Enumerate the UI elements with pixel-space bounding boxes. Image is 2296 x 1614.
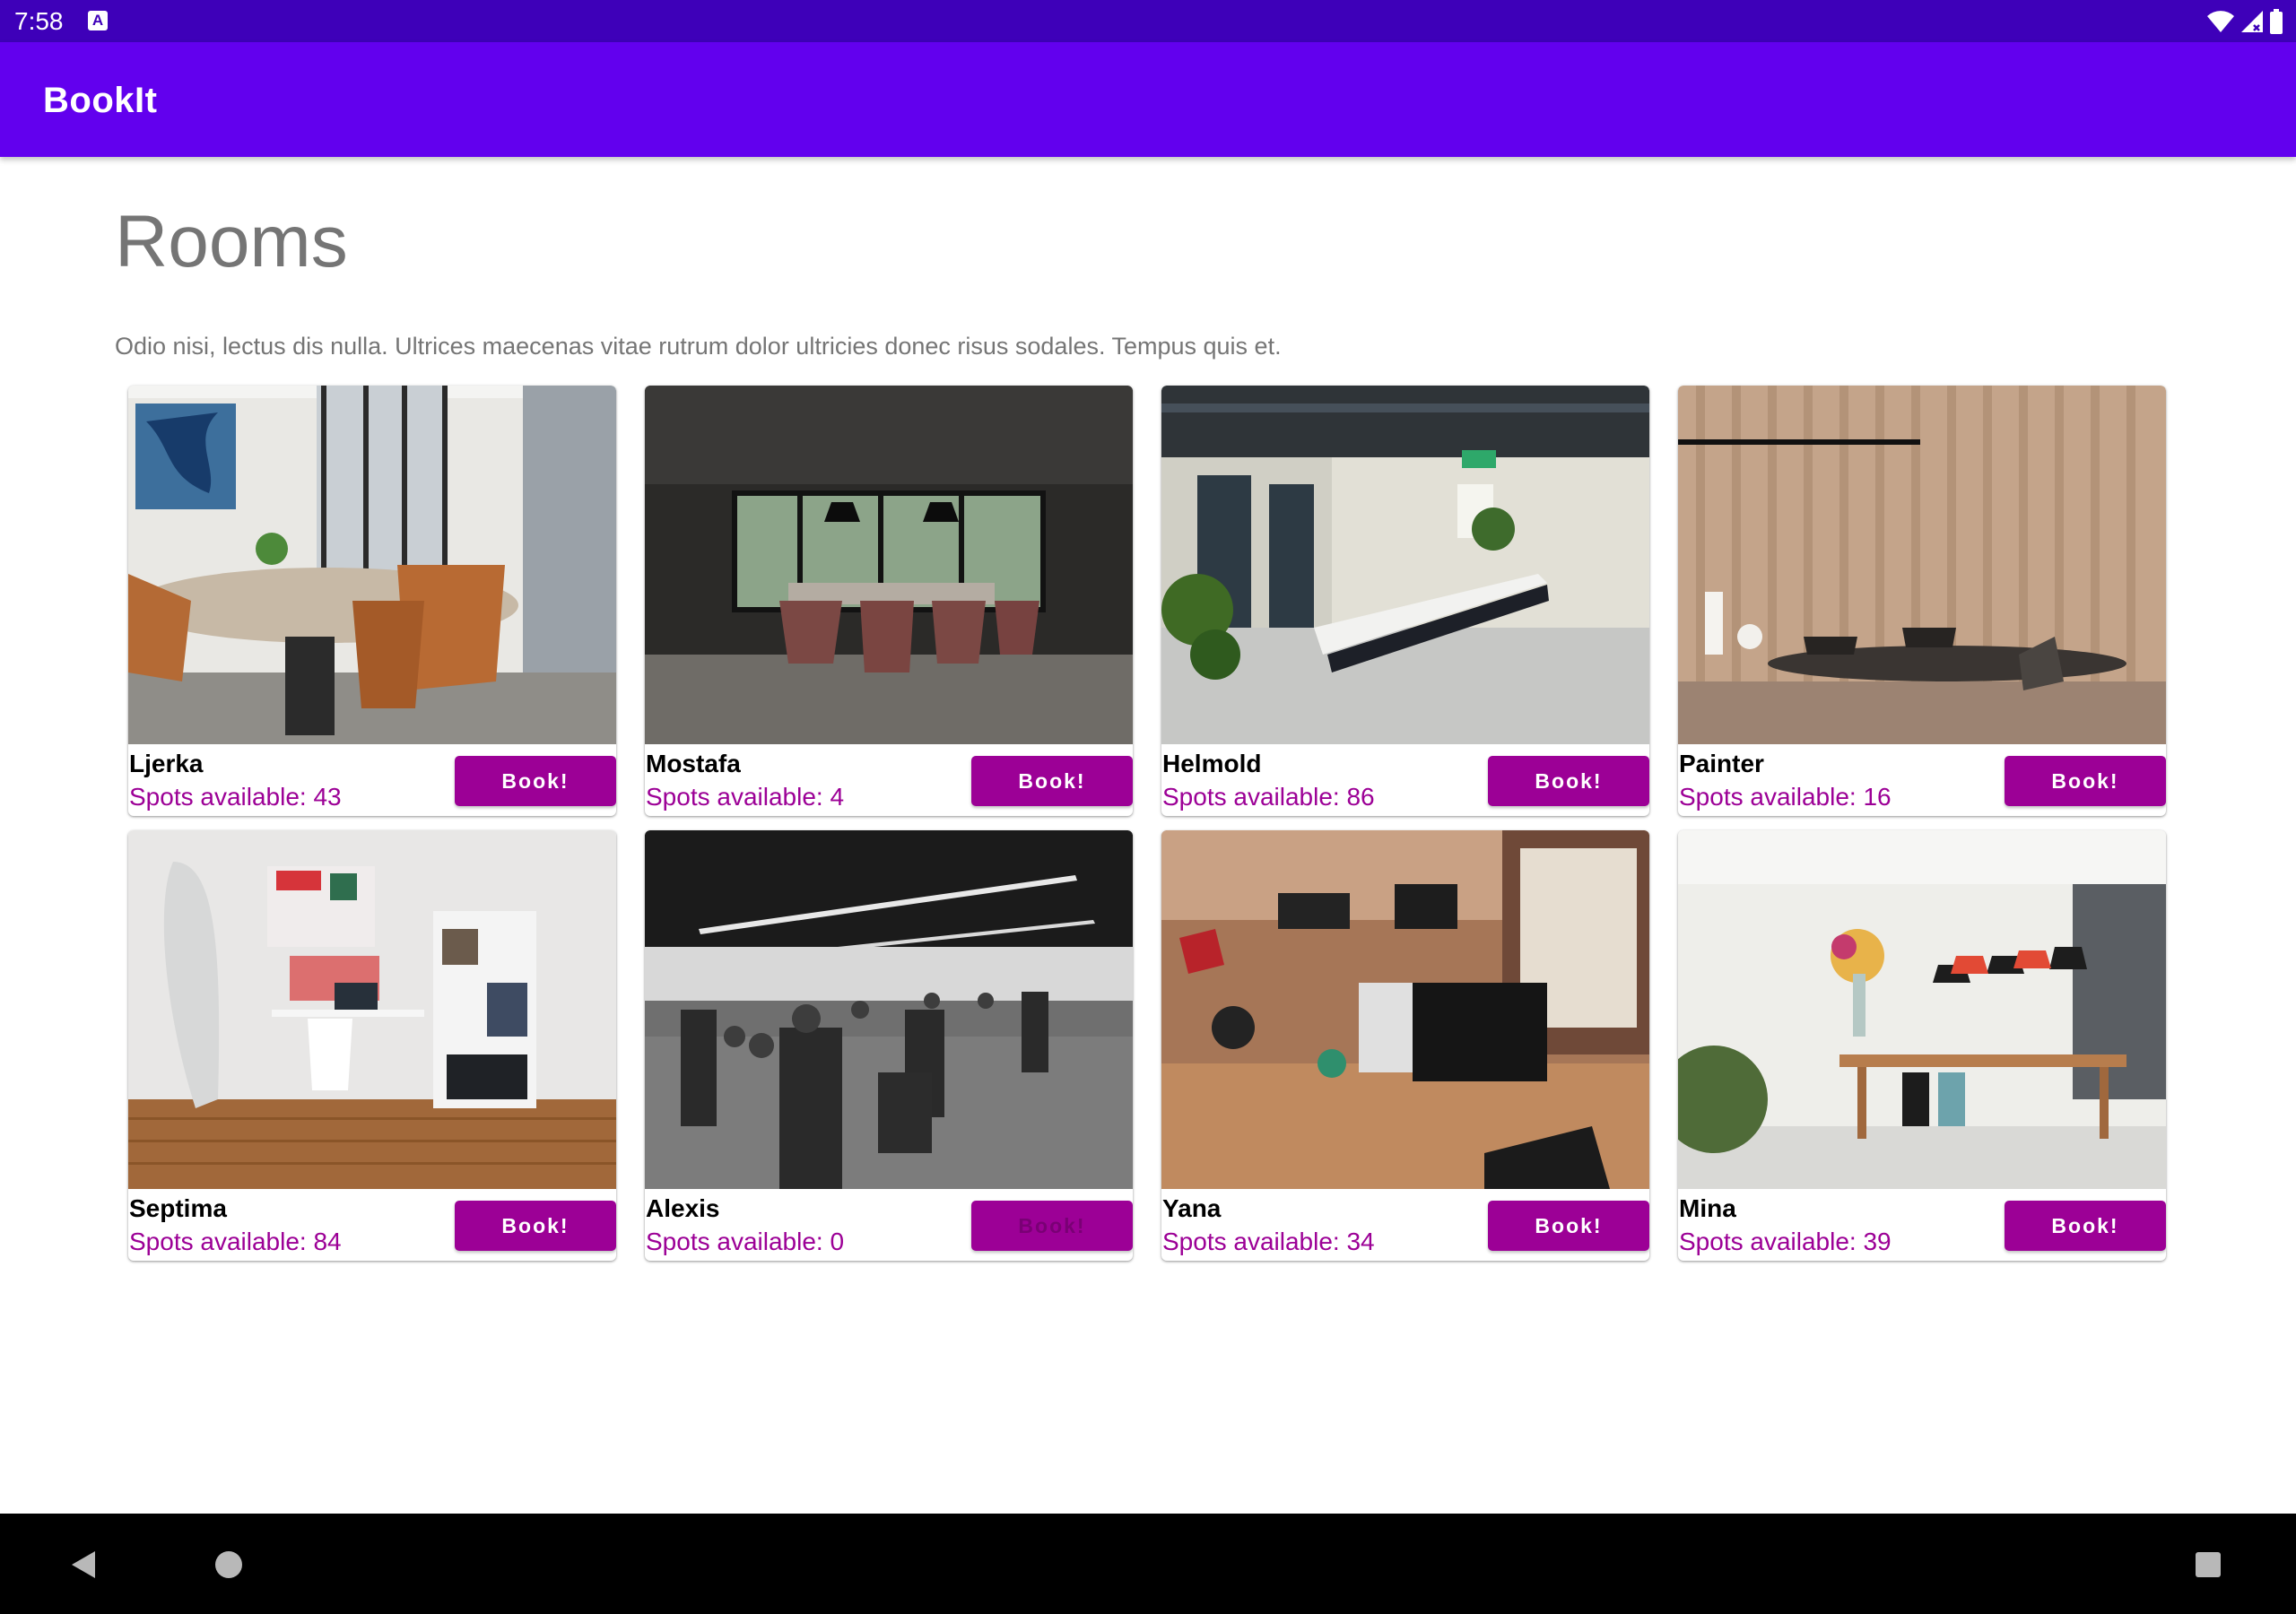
room-name: Painter bbox=[1679, 750, 1764, 777]
book-button[interactable]: Book! bbox=[455, 756, 616, 806]
rooms-grid: Ljerka Spots available: 43 Book! Mostafa… bbox=[128, 386, 2168, 1261]
room-photo bbox=[1161, 830, 1649, 1189]
page-title: Rooms bbox=[115, 201, 348, 282]
back-icon[interactable] bbox=[70, 1549, 97, 1580]
room-spots: Spots available: 86 bbox=[1162, 783, 1375, 811]
room-card: Mina Spots available: 39 Book! bbox=[1678, 830, 2166, 1261]
room-name: Helmold bbox=[1162, 750, 1262, 777]
home-icon[interactable] bbox=[215, 1551, 242, 1578]
recents-icon[interactable] bbox=[2196, 1552, 2221, 1577]
room-photo bbox=[1161, 386, 1649, 744]
room-card: Painter Spots available: 16 Book! bbox=[1678, 386, 2166, 816]
room-photo bbox=[645, 830, 1133, 1189]
room-spots: Spots available: 4 bbox=[646, 783, 845, 811]
book-button[interactable]: Book! bbox=[2005, 756, 2166, 806]
room-spots: Spots available: 39 bbox=[1679, 1228, 1892, 1255]
signal-icon bbox=[2241, 11, 2263, 32]
room-card: Septima Spots available: 84 Book! bbox=[128, 830, 616, 1261]
room-spots: Spots available: 43 bbox=[129, 783, 342, 811]
room-name: Mina bbox=[1679, 1194, 1736, 1222]
book-button[interactable]: Book! bbox=[455, 1201, 616, 1251]
room-spots: Spots available: 0 bbox=[646, 1228, 845, 1255]
wifi-icon bbox=[2207, 11, 2234, 32]
page-description: Odio nisi, lectus dis nulla. Ultrices ma… bbox=[115, 333, 1282, 360]
room-card: Ljerka Spots available: 43 Book! bbox=[128, 386, 616, 816]
app-bar: BookIt bbox=[0, 42, 2296, 157]
status-bar: 7:58 A bbox=[0, 0, 2296, 42]
book-button[interactable]: Book! bbox=[971, 1201, 1133, 1251]
room-card: Mostafa Spots available: 4 Book! bbox=[645, 386, 1133, 816]
room-photo bbox=[1678, 830, 2166, 1189]
room-name: Yana bbox=[1162, 1194, 1222, 1222]
battery-icon bbox=[2270, 9, 2283, 34]
book-button[interactable]: Book! bbox=[1488, 1201, 1649, 1251]
navigation-bar bbox=[0, 1514, 2296, 1614]
book-button[interactable]: Book! bbox=[971, 756, 1133, 806]
room-spots: Spots available: 34 bbox=[1162, 1228, 1375, 1255]
room-name: Ljerka bbox=[129, 750, 204, 777]
room-name: Alexis bbox=[646, 1194, 720, 1222]
room-spots: Spots available: 16 bbox=[1679, 783, 1892, 811]
room-photo bbox=[128, 830, 616, 1189]
room-spots: Spots available: 84 bbox=[129, 1228, 342, 1255]
room-name: Septima bbox=[129, 1194, 227, 1222]
room-photo bbox=[645, 386, 1133, 744]
book-button[interactable]: Book! bbox=[2005, 1201, 2166, 1251]
room-photo bbox=[128, 386, 616, 744]
room-card: Alexis Spots available: 0 Book! bbox=[645, 830, 1133, 1261]
room-photo bbox=[1678, 386, 2166, 744]
book-button[interactable]: Book! bbox=[1488, 756, 1649, 806]
room-card: Helmold Spots available: 86 Book! bbox=[1161, 386, 1649, 816]
status-icons bbox=[2206, 8, 2283, 35]
status-time: 7:58 bbox=[14, 7, 64, 35]
room-card: Yana Spots available: 34 Book! bbox=[1161, 830, 1649, 1261]
app-title: BookIt bbox=[43, 81, 158, 120]
notification-a-icon: A bbox=[88, 11, 108, 30]
room-name: Mostafa bbox=[646, 750, 741, 777]
